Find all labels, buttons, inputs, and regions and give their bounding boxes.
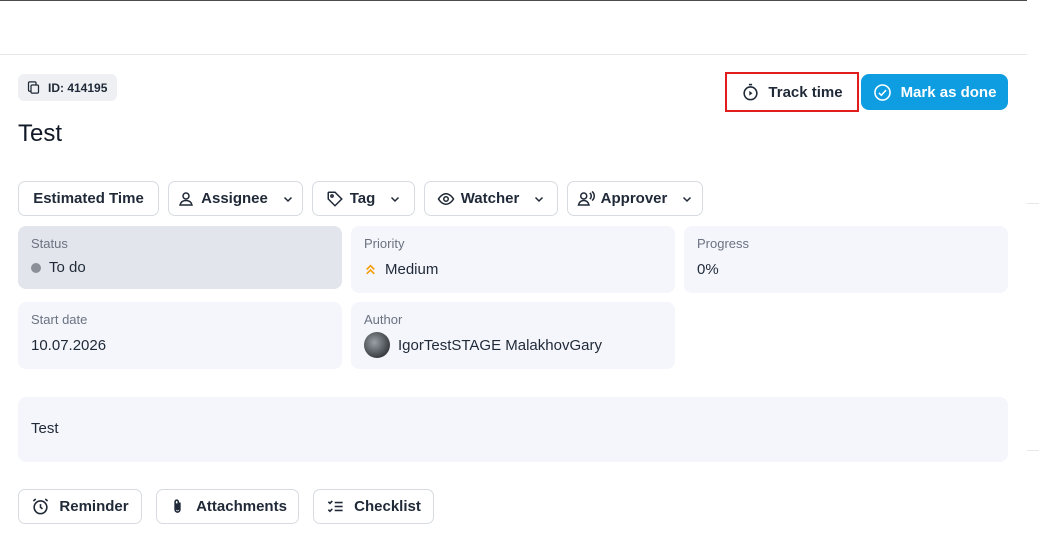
tag-icon [327, 191, 343, 207]
top-border [0, 0, 1027, 1]
approver-dropdown[interactable]: Approver [567, 181, 703, 216]
avatar [364, 332, 390, 358]
start-date-field[interactable]: Start date 10.07.2026 [18, 302, 342, 369]
chevron-down-icon [535, 196, 544, 202]
estimated-time-button[interactable]: Estimated Time [18, 181, 159, 216]
approver-label: Approver [600, 190, 668, 207]
chevron-down-icon [283, 196, 292, 202]
assignee-label: Assignee [201, 190, 268, 207]
progress-label: Progress [697, 236, 750, 251]
checklist-icon [327, 500, 343, 513]
reminder-button[interactable]: Reminder [18, 489, 142, 524]
status-dot-icon [31, 262, 41, 273]
adjacent-panel-divider [1027, 203, 1039, 204]
task-id-label: ID: 414195 [48, 80, 108, 95]
alarm-clock-icon [33, 498, 49, 515]
priority-medium-icon [366, 264, 375, 275]
priority-field[interactable]: Priority Medium [351, 226, 675, 293]
priority-value: Medium [385, 261, 439, 278]
checklist-label: Checklist [354, 498, 421, 515]
attachments-label: Attachments [196, 498, 287, 515]
watcher-label: Watcher [460, 190, 520, 207]
user-icon [179, 191, 194, 206]
checklist-button[interactable]: Checklist [313, 489, 434, 524]
start-date-label: Start date [31, 312, 88, 327]
check-circle-icon [873, 83, 891, 101]
status-field[interactable]: Status To do [18, 226, 342, 289]
copy-icon [27, 81, 40, 94]
progress-value: 0% [697, 261, 719, 278]
author-label: Author [364, 312, 403, 327]
tag-dropdown[interactable]: Tag [312, 181, 415, 216]
watcher-dropdown[interactable]: Watcher [424, 181, 558, 216]
track-time-label: Track time [768, 83, 843, 101]
status-value: To do [49, 259, 86, 276]
task-id-chip[interactable]: ID: 414195 [18, 74, 118, 101]
tag-label: Tag [349, 190, 376, 207]
adjacent-panel-edge [1027, 0, 1039, 537]
attachments-button[interactable]: Attachments [156, 489, 299, 524]
eye-icon [437, 192, 455, 205]
task-description[interactable]: Test [18, 397, 1008, 462]
chevron-down-icon [683, 196, 692, 202]
task-title[interactable]: Test [18, 120, 62, 148]
track-time-button[interactable]: Track time [725, 72, 859, 112]
author-value: IgorTestSTAGE MalakhovGary [398, 336, 602, 354]
priority-label: Priority [364, 236, 405, 251]
progress-field[interactable]: Progress 0% [684, 226, 1008, 293]
header-divider [0, 54, 1027, 55]
assignee-dropdown[interactable]: Assignee [168, 181, 303, 216]
paperclip-icon [174, 499, 181, 513]
adjacent-panel-divider [1027, 450, 1039, 451]
reminder-label: Reminder [59, 498, 129, 515]
approver-icon [577, 190, 595, 206]
start-date-value: 10.07.2026 [31, 337, 107, 354]
mark-as-done-button[interactable]: Mark as done [861, 74, 1008, 110]
mark-as-done-label: Mark as done [900, 83, 997, 101]
author-field: Author IgorTestSTAGE MalakhovGary [351, 302, 675, 369]
stopwatch-icon [743, 83, 759, 100]
status-label: Status [31, 236, 68, 251]
chevron-down-icon [391, 196, 400, 202]
estimated-time-label: Estimated Time [33, 190, 144, 207]
